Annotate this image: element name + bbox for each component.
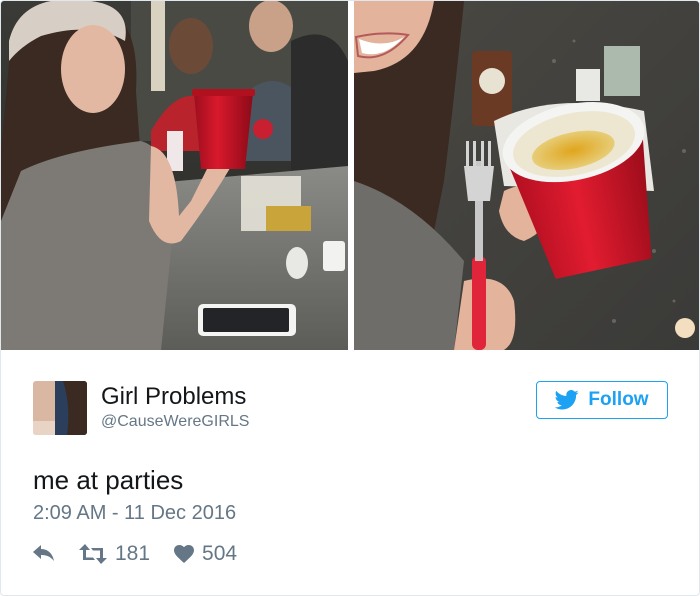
- like-count: 504: [202, 542, 238, 565]
- tweet-actions: 181 504: [33, 539, 237, 569]
- heart-icon: [174, 545, 195, 563]
- twitter-bird-icon: [555, 390, 580, 410]
- follow-button-label: Follow: [588, 389, 649, 410]
- follow-button[interactable]: Follow: [536, 381, 668, 419]
- photo-cup-of-mac-and-cheese[interactable]: [354, 1, 699, 350]
- avatar[interactable]: [33, 381, 87, 435]
- tweet-photos: [1, 1, 699, 351]
- reply-arrow-icon: [33, 545, 55, 563]
- like-button[interactable]: 504: [174, 542, 237, 566]
- photo-woman-holding-cup[interactable]: [1, 1, 348, 350]
- retweet-button[interactable]: 181: [79, 542, 150, 566]
- tweet-text: me at parties: [33, 465, 184, 495]
- tweet-timestamp[interactable]: 2:09 AM - 11 Dec 2016: [33, 502, 236, 525]
- author-display-name[interactable]: Girl Problems: [101, 383, 246, 411]
- retweet-icon: [79, 544, 107, 564]
- author-handle[interactable]: @CauseWereGIRLS: [101, 413, 249, 431]
- reply-button[interactable]: [33, 545, 55, 563]
- tweet-card: Girl Problems @CauseWereGIRLS Follow me …: [0, 0, 700, 596]
- retweet-count: 181: [115, 542, 151, 565]
